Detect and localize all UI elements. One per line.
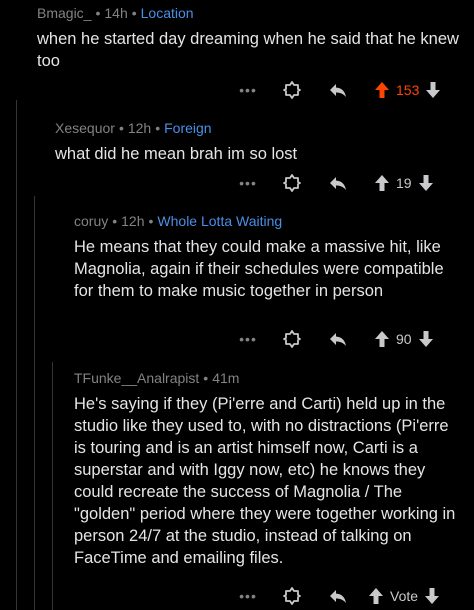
- comment-author[interactable]: TFunke__Analrapist: [74, 370, 199, 386]
- comment-body: when he started day dreaming when he sai…: [37, 30, 459, 70]
- award-icon[interactable]: [282, 329, 302, 349]
- thread-line-2[interactable]: [34, 196, 35, 610]
- upvote-arrow-icon[interactable]: [374, 174, 390, 192]
- separator-dot: •: [203, 370, 209, 386]
- reply-icon[interactable]: [328, 329, 348, 349]
- more-options-icon[interactable]: •••: [238, 175, 258, 191]
- comment-author[interactable]: Bmagic_: [37, 5, 91, 21]
- reply-icon[interactable]: [328, 80, 348, 100]
- comment-meta: coruy • 12h • Whole Lotta Waiting: [74, 213, 462, 229]
- comment-actions: ••• Vote: [238, 586, 440, 606]
- user-flair: Foreign: [164, 120, 212, 136]
- reply-icon[interactable]: [328, 173, 348, 193]
- comment-body: He means that they could make a massive …: [74, 238, 444, 300]
- vote-score: 153: [396, 82, 420, 98]
- comment-author[interactable]: Xesequor: [55, 120, 115, 136]
- more-options-icon[interactable]: •••: [238, 82, 258, 98]
- downvote-arrow-icon[interactable]: [424, 587, 440, 605]
- comment-meta: Xesequor • 12h • Foreign: [55, 120, 460, 136]
- comment-bmagic: Bmagic_ • 14h • Location when he started day…: [37, 5, 462, 72]
- comment-meta: Bmagic_ • 14h • Location: [37, 5, 462, 21]
- vote-label: Vote: [390, 588, 419, 604]
- thread-line-1[interactable]: [16, 100, 17, 610]
- comment-time: 41m: [212, 370, 240, 386]
- comment-actions: ••• 19: [238, 173, 434, 193]
- thread-line-3[interactable]: [52, 362, 53, 610]
- separator-dot: •: [155, 120, 161, 136]
- separator-dot: •: [131, 5, 137, 21]
- comment-time: 12h: [121, 213, 145, 229]
- comment-body: He's saying if they (Pi'erre and Carti) …: [74, 395, 456, 567]
- downvote-arrow-icon[interactable]: [418, 330, 434, 348]
- award-icon[interactable]: [282, 80, 302, 100]
- more-options-icon[interactable]: •••: [238, 331, 258, 347]
- upvote-arrow-icon[interactable]: [374, 81, 390, 99]
- comment-meta: TFunke__Analrapist • 41m: [74, 370, 462, 386]
- separator-dot: •: [95, 5, 101, 21]
- comment-body: what did he mean brah im so lost: [55, 145, 298, 163]
- user-flair: Whole Lotta Waiting: [157, 213, 283, 229]
- comment-xesequor: Xesequor • 12h • Foreign what did he mean br…: [55, 120, 460, 165]
- award-icon[interactable]: [282, 586, 302, 606]
- comment-actions: ••• 153: [238, 80, 441, 100]
- upvote-arrow-icon[interactable]: [368, 587, 384, 605]
- reply-icon[interactable]: [328, 586, 348, 606]
- separator-dot: •: [118, 120, 124, 136]
- comment-time: 12h: [127, 120, 152, 136]
- separator-dot: •: [148, 213, 154, 229]
- more-options-icon[interactable]: •••: [238, 588, 258, 604]
- comment-author[interactable]: coruy: [74, 213, 108, 229]
- upvote-arrow-icon[interactable]: [374, 330, 390, 348]
- comment-actions: ••• 90: [238, 329, 434, 349]
- comment-coruy: coruy • 12h • Whole Lotta Waiting He means t…: [74, 213, 462, 302]
- separator-dot: •: [112, 213, 118, 229]
- vote-score: 90: [396, 331, 412, 347]
- user-flair: Location: [140, 5, 194, 21]
- award-icon[interactable]: [282, 173, 302, 193]
- vote-score: 19: [396, 175, 412, 191]
- downvote-arrow-icon[interactable]: [425, 81, 441, 99]
- comment-time: 14h: [104, 5, 128, 21]
- comment-tfunke: TFunke__Analrapist • 41m He's saying if th…: [74, 370, 462, 569]
- downvote-arrow-icon[interactable]: [418, 174, 434, 192]
